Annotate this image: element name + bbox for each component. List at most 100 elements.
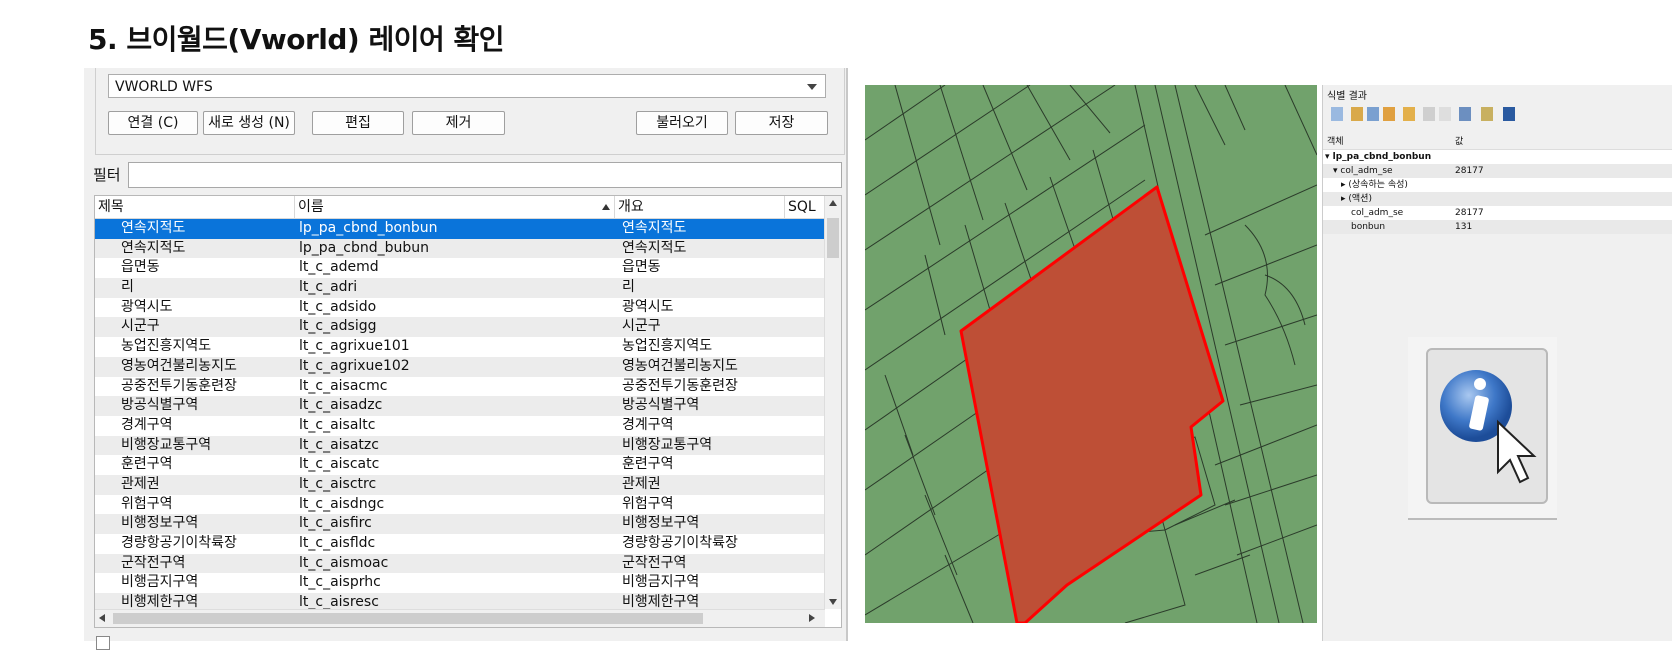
tree-row[interactable]: ▾ col_adm_se 28177 <box>1323 164 1672 178</box>
table-row[interactable]: 훈련구역 lt_c_aiscatc 훈련구역 <box>95 455 825 475</box>
column-header-abstract[interactable]: 개요 <box>615 196 785 218</box>
table-row[interactable]: 경계구역 lt_c_aisaltc 경계구역 <box>95 416 825 436</box>
highlight-icon[interactable] <box>1403 107 1415 121</box>
cell-name: lt_c_aiscatc <box>299 456 380 473</box>
print-icon[interactable] <box>1439 107 1451 121</box>
connect-button[interactable]: 연결 (C) <box>108 111 198 135</box>
horizontal-scrollbar[interactable] <box>95 609 825 627</box>
tree-row[interactable]: ▸ (상속하는 속성) <box>1323 178 1672 192</box>
cell-abstract: 비행장교통구역 <box>622 436 713 453</box>
table-header: 제목 이름 개요 SQL <box>95 196 825 219</box>
column-header-title[interactable]: 제목 <box>95 196 295 218</box>
tree-row[interactable]: ▸ (액션) <box>1323 192 1672 206</box>
table-row[interactable]: 읍면동 lt_c_ademd 읍면동 <box>95 258 825 278</box>
connection-select-value: VWORLD WFS <box>115 79 213 95</box>
tree-row[interactable]: ▾ lp_pa_cbnd_bonbun <box>1323 150 1672 164</box>
page-title: 5. 브이월드(Vworld) 레이어 확인 <box>88 23 505 56</box>
settings-icon[interactable] <box>1481 107 1493 121</box>
load-button[interactable]: 불러오기 <box>636 111 728 135</box>
cell-name: lt_c_aisprhc <box>299 574 381 591</box>
cell-name: lp_pa_cbnd_bonbun <box>299 220 438 236</box>
scroll-right-icon[interactable] <box>809 614 815 622</box>
map-canvas[interactable] <box>865 85 1317 623</box>
horizontal-scroll-thumb[interactable] <box>113 613 703 624</box>
tree-row[interactable]: col_adm_se 28177 <box>1323 206 1672 220</box>
cell-abstract: 읍면동 <box>622 259 661 276</box>
collapse-tree-icon[interactable] <box>1351 107 1363 121</box>
vertical-scroll-thumb[interactable] <box>827 218 839 258</box>
table-row[interactable]: 연속지적도 lp_pa_cbnd_bubun 연속지적도 <box>95 238 825 259</box>
cell-name: lt_c_aisfirc <box>299 515 372 532</box>
tree-row[interactable]: bonbun 131 <box>1323 220 1672 234</box>
tree-row-key: ▸ (상속하는 속성) <box>1341 180 1408 190</box>
table-row[interactable]: 군작전구역 lt_c_aismoac 군작전구역 <box>95 553 825 574</box>
cell-title: 광역시도 <box>121 298 173 315</box>
table-row[interactable]: 광역시도 lt_c_adsido 광역시도 <box>95 298 825 318</box>
scroll-up-icon[interactable] <box>829 200 837 206</box>
sort-ascending-icon <box>602 204 610 210</box>
cell-title: 위험구역 <box>121 495 173 512</box>
table-row[interactable]: 비행정보구역 lt_c_aisfirc 비행정보구역 <box>95 514 825 534</box>
tree-row-value: 28177 <box>1455 166 1484 176</box>
expand-tree-icon[interactable] <box>1331 107 1343 121</box>
clear-results-icon[interactable] <box>1383 107 1395 121</box>
cell-name: lt_c_aisadzc <box>299 397 383 414</box>
vertical-scrollbar[interactable] <box>824 196 841 609</box>
copy-icon[interactable] <box>1423 107 1435 121</box>
cell-title: 군작전구역 <box>121 554 186 571</box>
identify-mode-icon[interactable] <box>1459 107 1471 121</box>
cell-name: lt_c_aisdngc <box>299 495 385 512</box>
identify-tree-header: 객체 값 <box>1323 135 1672 150</box>
identify-info-icon <box>1440 370 1537 484</box>
column-header-sql[interactable]: SQL <box>785 196 825 218</box>
table-row[interactable]: 경량항공기이착륙장 lt_c_aisfldc 경량항공기이착륙장 <box>95 534 825 554</box>
table-row[interactable]: 영농여건불리농지도 lt_c_agrixue102 영농여건불리농지도 <box>95 356 825 377</box>
cell-name: lt_c_adsido <box>299 298 377 315</box>
table-row[interactable]: 공중전투기동훈련장 lt_c_aisacmc 공중전투기동훈련장 <box>95 377 825 397</box>
option-checkbox[interactable] <box>96 636 110 650</box>
cell-abstract: 광역시도 <box>622 298 674 315</box>
cell-abstract: 위험구역 <box>622 495 674 512</box>
cell-abstract: 방공식별구역 <box>622 397 700 414</box>
tree-row-key: ▸ (액션) <box>1341 194 1372 204</box>
edit-button[interactable]: 편집 <box>312 111 404 135</box>
cell-name: lt_c_aisfldc <box>299 535 376 551</box>
chevron-down-icon[interactable] <box>807 84 817 90</box>
cell-abstract: 공중전투기동훈련장 <box>622 377 738 394</box>
connection-select[interactable]: VWORLD WFS <box>108 74 826 98</box>
scroll-down-icon[interactable] <box>829 599 837 605</box>
filter-input[interactable] <box>128 162 842 188</box>
column-value: 값 <box>1455 137 1464 147</box>
table-body: 연속지적도 lp_pa_cbnd_bonbun 연속지적도 연속지적도 lp_pa_cb… <box>95 219 825 613</box>
table-row[interactable]: 방공식별구역 lt_c_aisadzc 방공식별구역 <box>95 396 825 416</box>
remove-button[interactable]: 제거 <box>412 111 505 135</box>
cell-abstract: 경계구역 <box>622 416 674 433</box>
new-connection-button[interactable]: 새로 생성 (N) <box>203 111 295 135</box>
table-row[interactable]: 비행금지구역 lt_c_aisprhc 비행금지구역 <box>95 573 825 593</box>
identify-tool-preview <box>1408 337 1557 520</box>
cell-name: lt_c_aisctrc <box>299 475 377 492</box>
cell-abstract: 시군구 <box>622 318 661 335</box>
tree-row-value: 28177 <box>1455 208 1484 218</box>
cell-title: 경량항공기이착륙장 <box>121 535 237 551</box>
table-row[interactable]: 관제권 lt_c_aisctrc 관제권 <box>95 474 825 495</box>
column-header-name[interactable]: 이름 <box>295 196 615 218</box>
table-row[interactable]: 농업진흥지역도 lt_c_agrixue101 농업진흥지역도 <box>95 337 825 357</box>
cell-abstract: 비행금지구역 <box>622 574 700 591</box>
column-feature: 객체 <box>1327 137 1344 147</box>
cell-title: 영농여건불리농지도 <box>121 357 237 374</box>
help-icon[interactable] <box>1503 107 1515 121</box>
save-button[interactable]: 저장 <box>735 111 828 135</box>
identify-tool-button[interactable] <box>1426 348 1548 504</box>
cell-abstract: 관제권 <box>622 475 661 492</box>
cell-title: 시군구 <box>121 318 160 335</box>
scroll-left-icon[interactable] <box>99 614 105 622</box>
table-row[interactable]: 비행장교통구역 lt_c_aisatzc 비행장교통구역 <box>95 435 825 456</box>
expand-new-icon[interactable] <box>1367 107 1379 121</box>
cell-name: lt_c_aisatzc <box>299 436 379 453</box>
table-row[interactable]: 리 lt_c_adri 리 <box>95 278 825 298</box>
cell-name: lp_pa_cbnd_bubun <box>299 239 429 256</box>
table-row[interactable]: 위험구역 lt_c_aisdngc 위험구역 <box>95 495 825 515</box>
table-row[interactable]: 연속지적도 lp_pa_cbnd_bonbun 연속지적도 <box>95 219 825 239</box>
table-row[interactable]: 시군구 lt_c_adsigg 시군구 <box>95 317 825 338</box>
